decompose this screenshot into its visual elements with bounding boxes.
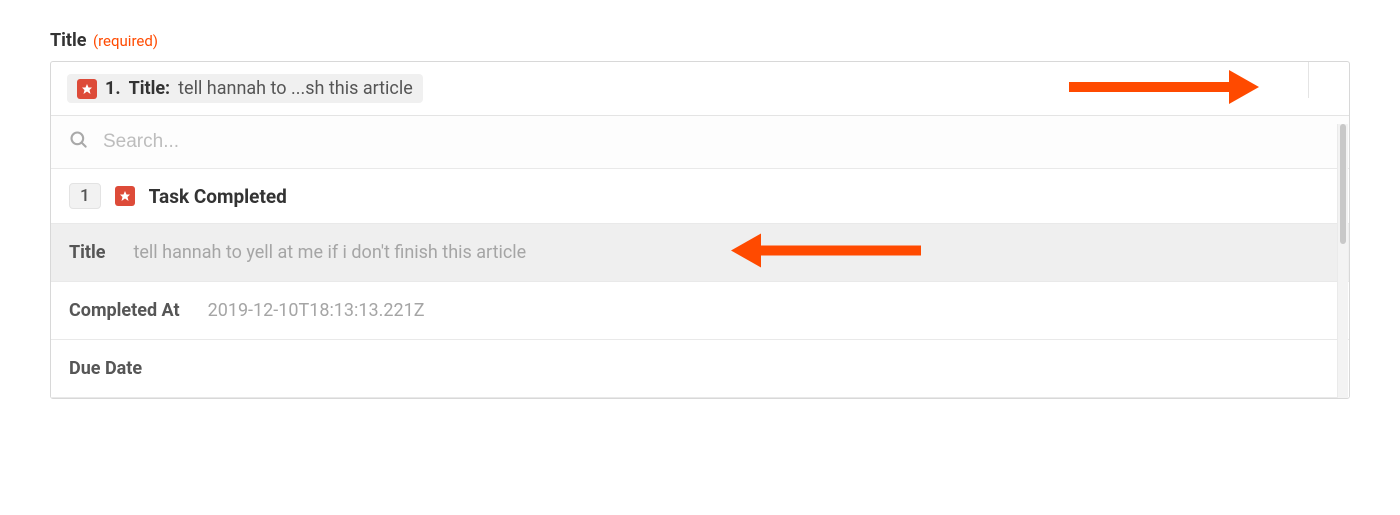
scrollbar[interactable]: [1337, 124, 1348, 398]
annotation-arrow-right: [1069, 70, 1259, 108]
row-key: Completed At: [69, 300, 180, 321]
selected-variable-pill[interactable]: 1. Title: tell hannah to ...sh this arti…: [67, 74, 423, 103]
field-dropdown-container: 1. Title: tell hannah to ...sh this arti…: [50, 61, 1350, 399]
insert-variable-button[interactable]: [1308, 62, 1349, 98]
required-indicator: (required): [93, 32, 158, 50]
field-label-row: Title (required): [50, 30, 1350, 51]
scrollbar-thumb[interactable]: [1340, 124, 1346, 244]
result-index-badge: 1: [69, 183, 101, 209]
selected-token-row[interactable]: 1. Title: tell hannah to ...sh this arti…: [51, 62, 1349, 116]
token-value: tell hannah to ...sh this article: [178, 78, 413, 99]
token-label: Title:: [129, 78, 171, 99]
field-label: Title: [50, 30, 87, 51]
wunderlist-icon: [115, 186, 135, 206]
search-row: [51, 116, 1349, 169]
result-heading-row[interactable]: 1 Task Completed: [51, 169, 1349, 224]
row-key: Due Date: [69, 358, 142, 379]
search-icon: [69, 130, 89, 154]
result-field-completed-at[interactable]: Completed At 2019-12-10T18:13:13.221Z: [51, 282, 1349, 340]
search-input[interactable]: [103, 131, 1331, 153]
annotation-arrow-left: [731, 233, 921, 272]
result-heading-label: Task Completed: [149, 185, 287, 208]
token-index: 1.: [105, 78, 121, 99]
wunderlist-icon: [77, 79, 97, 99]
row-value: tell hannah to yell at me if i don't fin…: [134, 242, 527, 263]
row-value: 2019-12-10T18:13:13.221Z: [208, 300, 425, 321]
result-field-title[interactable]: Title tell hannah to yell at me if i don…: [51, 224, 1349, 282]
result-field-due-date[interactable]: Due Date: [51, 340, 1349, 398]
row-key: Title: [69, 242, 106, 263]
